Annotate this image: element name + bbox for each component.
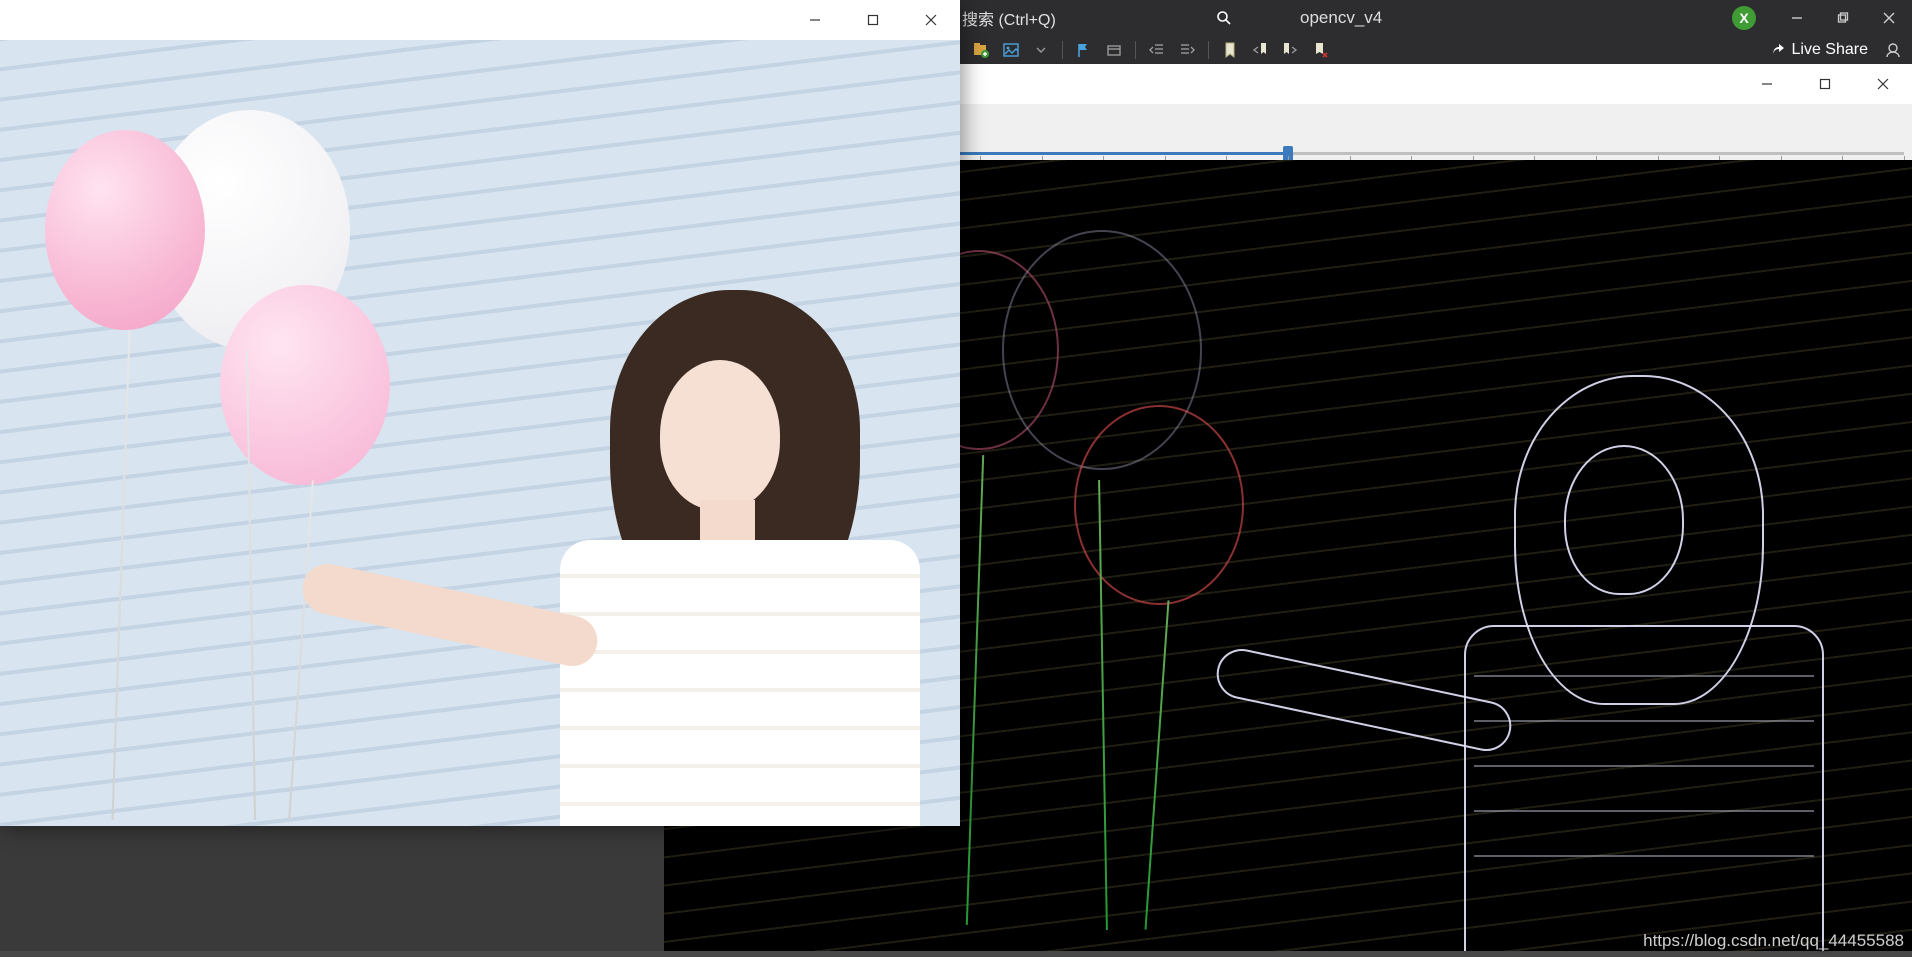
vs-quick-search[interactable]: 搜索 (Ctrl+Q) bbox=[962, 4, 1242, 32]
vs-statusbar bbox=[0, 951, 1912, 957]
vs-close-button[interactable] bbox=[1866, 0, 1912, 36]
balloon-string-1 bbox=[966, 455, 984, 925]
search-icon bbox=[1216, 10, 1232, 26]
opencv-source-window bbox=[0, 0, 960, 826]
share-icon bbox=[1770, 42, 1786, 58]
vs-toolbar: Live Share bbox=[960, 36, 1912, 64]
box-icon[interactable] bbox=[1101, 39, 1127, 61]
win1-close-button[interactable] bbox=[902, 0, 960, 40]
new-project-icon[interactable] bbox=[968, 39, 994, 61]
vs-user-badge[interactable]: X bbox=[1732, 6, 1756, 30]
win1-minimize-button[interactable] bbox=[786, 0, 844, 40]
balloon-string-3 bbox=[1144, 600, 1169, 929]
toolbar-separator-3 bbox=[1208, 41, 1209, 59]
watermark: https://blog.csdn.net/qq_44455588 bbox=[1643, 931, 1904, 951]
bookmark-next-icon[interactable] bbox=[1277, 39, 1303, 61]
outdent-icon[interactable] bbox=[1144, 39, 1170, 61]
indent-icon[interactable] bbox=[1174, 39, 1200, 61]
balloon-pink-2 bbox=[220, 285, 390, 485]
win2-maximize-button[interactable] bbox=[1796, 64, 1854, 104]
balloon-string bbox=[111, 330, 130, 820]
win2-minimize-button[interactable] bbox=[1738, 64, 1796, 104]
vs-minimize-button[interactable] bbox=[1774, 0, 1820, 36]
toolbar-separator-2 bbox=[1135, 41, 1136, 59]
vs-title-row: 搜索 (Ctrl+Q) opencv_v4 X bbox=[960, 0, 1912, 36]
vs-bottom-panel bbox=[0, 826, 664, 952]
win1-titlebar[interactable] bbox=[0, 0, 960, 40]
live-share-label: Live Share bbox=[1792, 41, 1869, 59]
bookmark-icon[interactable] bbox=[1217, 39, 1243, 61]
win1-maximize-button[interactable] bbox=[844, 0, 902, 40]
person-outline bbox=[1424, 375, 1854, 955]
balloon-pink-1 bbox=[45, 130, 205, 330]
vs-quick-search-hint: 搜索 (Ctrl+Q) bbox=[962, 6, 1056, 30]
image-view-icon[interactable] bbox=[998, 39, 1024, 61]
balloon-string bbox=[288, 480, 314, 819]
vs-maximize-button[interactable] bbox=[1820, 0, 1866, 36]
bookmark-prev-icon[interactable] bbox=[1247, 39, 1273, 61]
vs-solution-name[interactable]: opencv_v4 bbox=[1284, 0, 1398, 36]
flag-icon[interactable] bbox=[1071, 39, 1097, 61]
dropdown-chevron-icon[interactable] bbox=[1028, 39, 1054, 61]
source-image bbox=[0, 40, 960, 826]
toolbar-separator bbox=[1062, 41, 1063, 59]
feedback-icon[interactable] bbox=[1880, 39, 1906, 61]
win2-close-button[interactable] bbox=[1854, 64, 1912, 104]
bookmark-clear-icon[interactable] bbox=[1307, 39, 1333, 61]
person bbox=[520, 290, 950, 826]
live-share-button[interactable]: Live Share bbox=[1770, 41, 1869, 59]
